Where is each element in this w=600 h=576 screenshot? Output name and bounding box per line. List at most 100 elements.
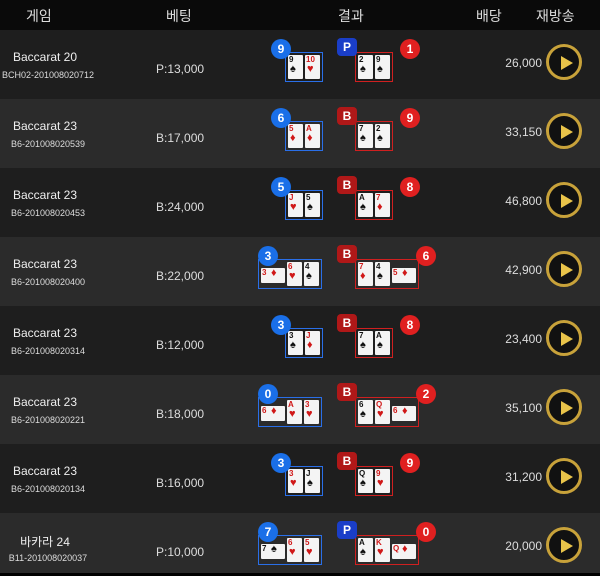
playing-card: Q ♦ [392, 544, 416, 559]
history-row: 바카라 24 B11-201008020037 P:10,000 7 ♠ 6 ♥ 5 ♥ A ♠ K ♥… [0, 513, 600, 573]
bet-amount: P:13,000 [156, 62, 205, 76]
playing-card: A ♠ [375, 331, 390, 355]
game-round-id: B11-201008020037 [8, 553, 88, 563]
banker-hand: A ♠ 7 ♦ [355, 190, 393, 220]
playing-card: 5 ♠ [305, 193, 320, 217]
winner-marker: B [337, 383, 357, 401]
playing-card: A ♥ [287, 400, 302, 424]
game-round-id: B6-201008020453 [10, 208, 86, 218]
history-row: Baccarat 23 B6-201008020539 B:17,000 5 ♦ A ♦ 7 ♠… [0, 99, 600, 168]
card-suit-icon: ♦ [402, 405, 408, 417]
banker-hand: 7 ♠ 2 ♠ [355, 121, 393, 151]
playing-card: 3 ♥ [288, 469, 303, 493]
game-name: Baccarat 20 [12, 50, 78, 64]
banker-score-badge: 6 [416, 246, 436, 266]
card-suit-icon: ♥ [307, 63, 314, 75]
card-suit-icon: ♠ [271, 543, 277, 555]
card-suit-icon: ♠ [377, 339, 383, 351]
playing-card: 6 ♦ [392, 406, 416, 421]
player-hand: 3 ♥ J ♠ [285, 466, 323, 496]
banker-score-badge: 8 [400, 177, 420, 197]
winner-marker: P [337, 521, 357, 539]
card-suit-icon: ♠ [307, 477, 313, 489]
banker-score-badge: 9 [400, 108, 420, 128]
winner-marker: P [337, 38, 357, 56]
player-score-badge: 0 [258, 384, 278, 404]
history-list: Baccarat 20 BCH02-201008020712 P:13,000 9 ♠ 1… [0, 30, 600, 573]
card-suit-icon: ♠ [360, 201, 366, 213]
playing-card: 9 ♥ [375, 469, 390, 493]
playing-card: 5 ♦ [288, 124, 303, 148]
playing-card: 10 ♥ [305, 55, 320, 79]
banker-hand: 7 ♠ A ♠ [355, 328, 393, 358]
card-suit-icon: ♠ [360, 408, 366, 420]
history-row: Baccarat 23 B6-201008020400 B:22,000 3 ♦ 6 ♥ 4 ♠… [0, 237, 600, 306]
playing-card: 3 ♦ [261, 268, 285, 283]
card-suit-icon: ♦ [377, 201, 383, 213]
winner-marker: B [337, 314, 357, 332]
play-replay-button[interactable] [546, 527, 582, 563]
player-hand: 5 ♦ A ♦ [285, 121, 323, 151]
playing-card: 2 ♠ [358, 55, 373, 79]
play-replay-button[interactable] [546, 251, 582, 287]
player-hand: 3 ♠ J ♦ [285, 328, 323, 358]
banker-score-badge: 0 [416, 522, 436, 542]
bet-amount: B:12,000 [156, 338, 205, 352]
payout-amount: 26,000 [505, 56, 542, 70]
card-suit-icon: ♦ [307, 132, 313, 144]
play-replay-button[interactable] [546, 320, 582, 356]
header-payout: 배당 [476, 8, 502, 24]
card-suit-icon: ♦ [360, 270, 366, 282]
bet-amount: B:17,000 [156, 131, 205, 145]
header-result: 결과 [338, 8, 364, 24]
card-suit-icon: ♠ [360, 477, 366, 489]
play-replay-button[interactable] [546, 182, 582, 218]
payout-amount: 31,200 [505, 470, 542, 484]
play-replay-button[interactable] [546, 113, 582, 149]
card-suit-icon: ♠ [377, 132, 383, 144]
play-replay-button[interactable] [546, 458, 582, 494]
card-suit-icon: ♠ [377, 270, 383, 282]
card-suit-icon: ♠ [307, 201, 313, 213]
card-suit-icon: ♥ [289, 408, 296, 420]
playing-card: J ♦ [305, 331, 320, 355]
playing-card: A ♠ [358, 193, 373, 217]
payout-amount: 20,000 [505, 539, 542, 553]
play-replay-button[interactable] [546, 389, 582, 425]
game-round-id: B6-201008020539 [10, 139, 86, 149]
card-suit-icon: ♥ [377, 477, 384, 489]
card-suit-icon: ♥ [289, 270, 296, 282]
card-suit-icon: ♦ [402, 543, 408, 555]
card-suit-icon: ♦ [290, 132, 296, 144]
playing-card: J ♥ [288, 193, 303, 217]
banker-hand: A ♠ K ♥ Q ♦ [355, 535, 419, 565]
table-header: 게임 베팅 결과 배당 재방송 [0, 0, 600, 30]
card-suit-icon: ♠ [290, 339, 296, 351]
winner-marker: B [337, 245, 357, 263]
card-suit-icon: ♥ [306, 408, 313, 420]
playing-card: 2 ♠ [375, 124, 390, 148]
play-replay-button[interactable] [546, 44, 582, 80]
payout-amount: 23,400 [505, 332, 542, 346]
banker-hand: Q ♠ 9 ♥ [355, 466, 393, 496]
playing-card: 3 ♥ [304, 400, 319, 424]
bet-amount: P:10,000 [156, 545, 205, 559]
playing-card: 4 ♠ [375, 262, 390, 286]
header-replay: 재방송 [536, 8, 575, 24]
banker-hand: 2 ♠ 9 ♠ [355, 52, 393, 82]
banker-score-badge: 8 [400, 315, 420, 335]
playing-card: 5 ♥ [304, 538, 319, 562]
banker-hand: 7 ♦ 4 ♠ 5 ♦ [355, 259, 419, 289]
player-hand: 9 ♠ 10 ♥ [285, 52, 323, 82]
history-row: Baccarat 23 B6-201008020134 B:16,000 3 ♥ J ♠ Q ♠… [0, 444, 600, 513]
player-score-badge: 5 [271, 177, 291, 197]
game-name: Baccarat 23 [12, 257, 78, 271]
card-suit-icon: ♦ [307, 339, 313, 351]
playing-card: 9 ♠ [375, 55, 390, 79]
bet-amount: B:16,000 [156, 476, 205, 490]
playing-card: 7 ♠ [358, 124, 373, 148]
game-name: Baccarat 23 [12, 395, 78, 409]
playing-card: Q ♥ [375, 400, 390, 424]
payout-amount: 35,100 [505, 401, 542, 415]
history-row: Baccarat 23 B6-201008020453 B:24,000 J ♥ 5 ♠ A ♠… [0, 168, 600, 237]
